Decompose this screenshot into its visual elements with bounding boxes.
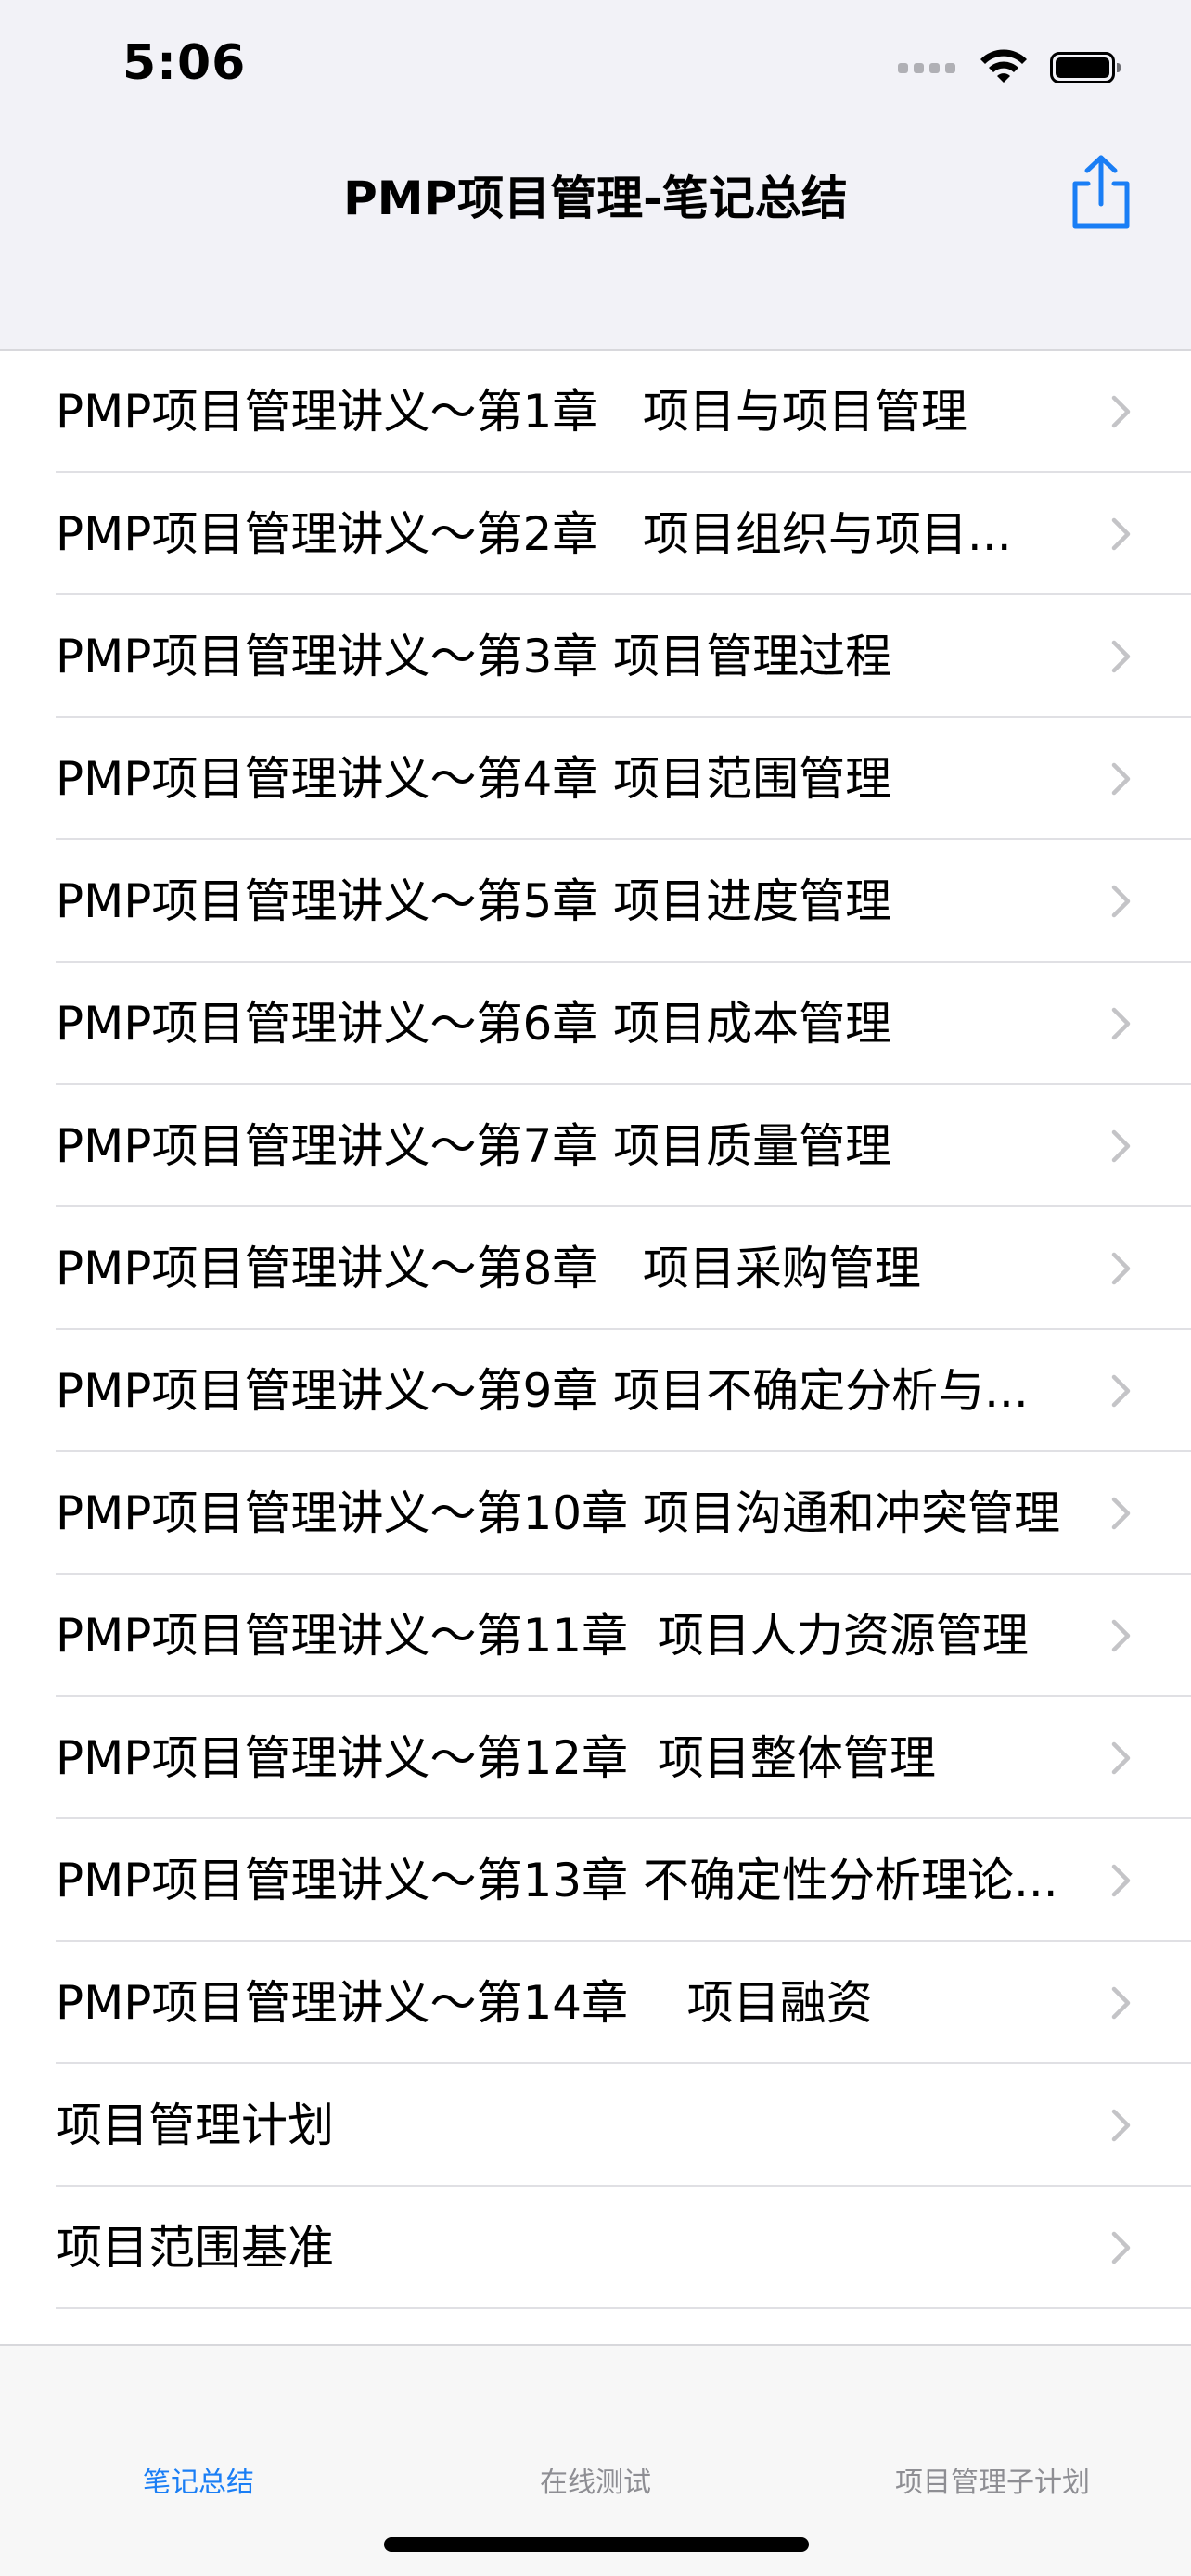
chevron-right-icon bbox=[1111, 1986, 1131, 2020]
list-item[interactable]: PMP项目管理讲义～第2章 项目组织与项目... bbox=[0, 473, 1191, 595]
cellular-signal-icon bbox=[898, 62, 955, 73]
list-item[interactable]: PMP项目管理讲义～第11章 项目人力资源管理 bbox=[0, 1575, 1191, 1697]
list-item-label: PMP项目管理讲义～第8章 项目采购管理 bbox=[56, 1242, 921, 1295]
chevron-right-icon bbox=[1111, 640, 1131, 673]
list-item-label: PMP项目管理讲义～第14章 项目融资 bbox=[56, 1976, 873, 2030]
navigation-header: 5:06 PMP项目管理-笔记总结 bbox=[0, 0, 1191, 351]
chevron-right-icon bbox=[1111, 1129, 1131, 1163]
list-item[interactable]: PMP项目管理讲义～第4章 项目范围管理 bbox=[0, 718, 1191, 840]
list-item[interactable]: PMP项目管理讲义～第5章 项目进度管理 bbox=[0, 840, 1191, 963]
chevron-right-icon bbox=[1111, 1497, 1131, 1530]
list-item[interactable]: PMP项目管理讲义～第14章 项目融资 bbox=[0, 1942, 1191, 2064]
list-item[interactable]: 项目范围基准 bbox=[0, 2187, 1191, 2309]
list-item[interactable]: PMP项目管理讲义～第3章 项目管理过程 bbox=[0, 595, 1191, 718]
chevron-right-icon bbox=[1111, 1864, 1131, 1897]
tab-notes-summary[interactable]: 笔记总结 bbox=[0, 2459, 397, 2500]
wifi-icon bbox=[980, 49, 1027, 83]
chevron-right-icon bbox=[1111, 1007, 1131, 1040]
list-item-label: 项目范围基准 bbox=[56, 2221, 334, 2275]
chevron-right-icon bbox=[1111, 1741, 1131, 1775]
chevron-right-icon bbox=[1111, 1619, 1131, 1652]
list-item-label: PMP项目管理讲义～第3章 项目管理过程 bbox=[56, 630, 892, 683]
list-item[interactable]: 项目管理计划 bbox=[0, 2064, 1191, 2187]
list-item-label: PMP项目管理讲义～第4章 项目范围管理 bbox=[56, 752, 892, 806]
list-item-label: PMP项目管理讲义～第13章 不确定性分析理论... bbox=[56, 1854, 1058, 1907]
list-item[interactable]: PMP项目管理讲义～第10章 项目沟通和冲突管理 bbox=[0, 1452, 1191, 1575]
status-icons bbox=[898, 45, 1121, 91]
list-item[interactable]: PMP项目管理讲义～第9章 项目不确定分析与... bbox=[0, 1330, 1191, 1452]
chevron-right-icon bbox=[1111, 395, 1131, 428]
chevron-right-icon bbox=[1111, 2231, 1131, 2264]
status-time: 5:06 bbox=[122, 35, 247, 91]
list-item-label: PMP项目管理讲义～第10章 项目沟通和冲突管理 bbox=[56, 1486, 1060, 1540]
chevron-right-icon bbox=[1111, 2109, 1131, 2142]
chevron-right-icon bbox=[1111, 762, 1131, 796]
share-icon[interactable] bbox=[1067, 152, 1135, 230]
list-item[interactable]: PMP项目管理讲义～第6章 项目成本管理 bbox=[0, 963, 1191, 1085]
chevron-right-icon bbox=[1111, 1374, 1131, 1408]
tab-online-test[interactable]: 在线测试 bbox=[397, 2459, 794, 2500]
list-item[interactable]: PMP项目管理讲义～第1章 项目与项目管理 bbox=[0, 351, 1191, 473]
list-item-label: PMP项目管理讲义～第5章 项目进度管理 bbox=[56, 874, 892, 928]
list-item-label: PMP项目管理讲义～第2章 项目组织与项目... bbox=[56, 507, 1012, 561]
list-item-label: 项目管理计划 bbox=[56, 2098, 334, 2152]
battery-icon bbox=[1050, 52, 1121, 83]
list-item[interactable]: PMP项目管理讲义～第12章 项目整体管理 bbox=[0, 1697, 1191, 1819]
tab-subplans[interactable]: 项目管理子计划 bbox=[794, 2459, 1191, 2500]
list-item-label: PMP项目管理讲义～第6章 项目成本管理 bbox=[56, 997, 892, 1051]
home-indicator bbox=[384, 2537, 809, 2552]
chevron-right-icon bbox=[1111, 517, 1131, 551]
list-item-label: PMP项目管理讲义～第11章 项目人力资源管理 bbox=[56, 1609, 1029, 1663]
list-item[interactable]: PMP项目管理讲义～第7章 项目质量管理 bbox=[0, 1085, 1191, 1207]
list-item-label: PMP项目管理讲义～第7章 项目质量管理 bbox=[56, 1119, 892, 1173]
chevron-right-icon bbox=[1111, 885, 1131, 918]
chevron-right-icon bbox=[1111, 1252, 1131, 1285]
list-item-label: PMP项目管理讲义～第12章 项目整体管理 bbox=[56, 1731, 936, 1785]
list-item-label: PMP项目管理讲义～第1章 项目与项目管理 bbox=[56, 385, 967, 439]
notes-list: PMP项目管理讲义～第1章 项目与项目管理 PMP项目管理讲义～第2章 项目组织与… bbox=[0, 351, 1191, 2309]
list-item-label: PMP项目管理讲义～第9章 项目不确定分析与... bbox=[56, 1364, 1029, 1418]
list-item[interactable]: PMP项目管理讲义～第13章 不确定性分析理论... bbox=[0, 1819, 1191, 1942]
page-title: PMP项目管理-笔记总结 bbox=[343, 172, 848, 225]
list-item[interactable]: PMP项目管理讲义～第8章 项目采购管理 bbox=[0, 1207, 1191, 1330]
